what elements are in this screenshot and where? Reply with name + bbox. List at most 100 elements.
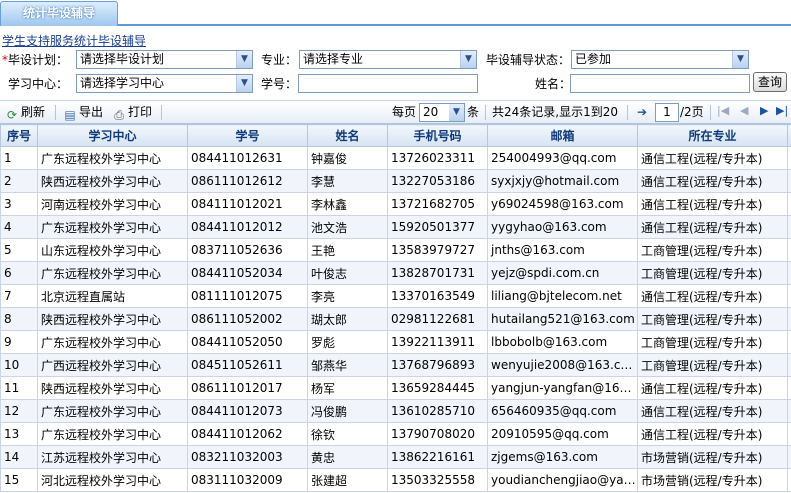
query-button[interactable]: 查询 — [753, 72, 787, 92]
cell-studentno: 081111012075 — [187, 284, 308, 308]
cell-center: 陕西远程校外学习中心 — [37, 307, 188, 331]
cell-major: 通信工程(远程/专升本) — [637, 399, 788, 423]
table-row[interactable]: 2 陕西远程校外学习中心 086111012612 李慧 13227053186 syxj… — [0, 169, 791, 193]
cell-phone: 13922113911 — [387, 330, 488, 354]
cell-extra — [787, 353, 791, 377]
cell-name: 李亮 — [307, 284, 388, 308]
tab-bar: 统计毕设辅导 — [0, 0, 791, 26]
name-input[interactable] — [570, 74, 750, 93]
cell-extra — [787, 261, 791, 285]
last-page-icon[interactable]: ▶| — [776, 104, 788, 117]
next-page-icon[interactable]: ▶ — [760, 104, 768, 117]
table-row[interactable]: 1 广东远程校外学习中心 084411012631 钟嘉俊 13726023311 254… — [0, 146, 791, 170]
column-header-index[interactable]: 序号 — [0, 124, 38, 147]
export-label: 导出 — [79, 105, 104, 119]
table-header-row: 序号 学习中心 学号 姓名 手机号码 邮箱 所在专业 — [0, 124, 791, 147]
cell-major: 通信工程(远程/专升本) — [637, 215, 788, 239]
cell-name: 邹燕华 — [307, 353, 388, 377]
table-row[interactable]: 5 山东远程校外学习中心 083711052636 王艳 13583979727 jnth… — [0, 238, 791, 262]
major-select-value: 请选择专业 — [303, 52, 364, 66]
studentno-label: 学号： — [261, 77, 298, 91]
table-row[interactable]: 13 广东远程校外学习中心 084411012062 徐钦 13790708020 209… — [0, 422, 791, 446]
column-header-center[interactable]: 学习中心 — [37, 124, 188, 147]
cell-center: 陕西远程校外学习中心 — [37, 169, 188, 193]
export-button[interactable]: ▤ 导出 — [63, 104, 104, 122]
first-page-icon[interactable]: |◀ — [717, 104, 729, 117]
cell-phone: 13828701731 — [387, 261, 488, 285]
cell-index: 2 — [0, 169, 38, 193]
center-select-value: 请选择学习中心 — [80, 76, 165, 90]
column-header-studentno[interactable]: 学号 — [187, 124, 308, 147]
tab-graduation-stats[interactable]: 统计毕设辅导 — [0, 1, 118, 26]
status-select[interactable]: 已参加 ▼ — [571, 50, 749, 69]
cell-studentno: 083711052636 — [187, 238, 308, 262]
refresh-button[interactable]: ⟳ 刷新 — [5, 104, 46, 122]
cell-major: 工商管理(远程/专升本) — [637, 353, 788, 377]
per-page-select[interactable]: 20 ▼ — [419, 103, 465, 122]
cell-email: wenyujie2008@163.com — [487, 353, 638, 377]
cell-email: lbbobolb@163.com — [487, 330, 638, 354]
cell-extra — [787, 215, 791, 239]
cell-phone: 13862216161 — [387, 445, 488, 469]
table-row[interactable]: 6 广东远程校外学习中心 084411052034 叶俊志 13828701731 yej… — [0, 261, 791, 285]
table-row[interactable]: 4 广东远程校外学习中心 084411012012 池文浩 15920501377 yyg… — [0, 215, 791, 239]
cell-email: 656460935@qq.com — [487, 399, 638, 423]
table-row[interactable]: 11 陕西远程校外学习中心 086111012017 杨军 13659284445 yan… — [0, 376, 791, 400]
cell-email: hutailang521@163.com — [487, 307, 638, 331]
table-row[interactable]: 7 北京远程直属站 081111012075 李亮 13370163549 liliang… — [0, 284, 791, 308]
column-header-phone[interactable]: 手机号码 — [387, 124, 488, 147]
cell-index: 13 — [0, 422, 38, 446]
print-button[interactable]: ⎙ 打印 — [112, 104, 152, 122]
center-label: 学习中心： — [8, 77, 69, 91]
table-row[interactable]: 12 广东远程校外学习中心 084411012073 冯俊鹏 13610285710 65… — [0, 399, 791, 423]
cell-studentno: 083111032009 — [187, 468, 308, 492]
table-row[interactable]: 3 河南远程校外学习中心 084111012021 李林鑫 13721682705 y69… — [0, 192, 791, 216]
cell-name: 钟嘉俊 — [307, 146, 388, 170]
major-select[interactable]: 请选择专业 ▼ — [299, 50, 477, 69]
cell-email: yejz@spdi.com.cn — [487, 261, 638, 285]
cell-index: 6 — [0, 261, 38, 285]
plan-select[interactable]: 请选择毕设计划 ▼ — [76, 50, 253, 69]
table-row[interactable]: 9 广东远程校外学习中心 084411052050 罗彪 13922113911 lbbo… — [0, 330, 791, 354]
prev-page-icon[interactable]: ◀ — [740, 104, 748, 117]
cell-studentno: 084411012012 — [187, 215, 308, 239]
table-row[interactable]: 14 江苏远程校外学习中心 083211032003 黄忠 13862216161 zjg… — [0, 445, 791, 469]
toolbar-divider — [55, 105, 56, 120]
cell-extra — [787, 422, 791, 446]
column-header-name[interactable]: 姓名 — [307, 124, 388, 147]
cell-center: 河南远程校外学习中心 — [37, 192, 188, 216]
table-row[interactable]: 10 广西远程校外学习中心 084511052611 邹燕华 13768796893 we… — [0, 353, 791, 377]
cell-center: 北京远程直属站 — [37, 284, 188, 308]
cell-index: 14 — [0, 445, 38, 469]
page-input[interactable]: 1 — [655, 103, 679, 122]
cell-center: 广东远程校外学习中心 — [37, 330, 188, 354]
column-header-email[interactable]: 邮箱 — [487, 124, 638, 147]
records-table: 序号 学习中心 学号 姓名 手机号码 邮箱 所在专业 1 广东远程校外学习中心 08… — [0, 124, 791, 492]
cell-name: 池文浩 — [307, 215, 388, 239]
cell-index: 4 — [0, 215, 38, 239]
cell-major: 市场营销(远程/专升本) — [637, 445, 788, 469]
cell-major: 工商管理(远程/专升本) — [637, 330, 788, 354]
studentno-input[interactable] — [298, 74, 478, 93]
table-row[interactable]: 15 河北远程校外学习中心 083111032009 张建超 13503325558 yo… — [0, 468, 791, 492]
breadcrumb[interactable]: 学生支持服务统计毕设辅导 — [2, 32, 146, 49]
toolbar-divider — [627, 105, 628, 120]
cell-name: 冯俊鹏 — [307, 399, 388, 423]
refresh-label: 刷新 — [21, 105, 46, 119]
center-select[interactable]: 请选择学习中心 ▼ — [76, 74, 253, 93]
plan-label-text: 毕设计划： — [8, 53, 69, 67]
cell-email: y69024598@163.com — [487, 192, 638, 216]
cell-index: 9 — [0, 330, 38, 354]
cell-major: 通信工程(远程/专升本) — [637, 169, 788, 193]
go-page-icon[interactable]: ➔ — [637, 104, 647, 121]
cell-extra — [787, 284, 791, 308]
plan-select-value: 请选择毕设计划 — [80, 52, 165, 66]
cell-center: 河北远程校外学习中心 — [37, 468, 188, 492]
export-icon: ▤ — [64, 108, 76, 122]
table-row[interactable]: 8 陕西远程校外学习中心 086111052002 瑚太郎 02981122681 hut… — [0, 307, 791, 331]
column-header-major[interactable]: 所在专业 — [637, 124, 788, 147]
cell-name: 瑚太郎 — [307, 307, 388, 331]
cell-studentno: 084411012062 — [187, 422, 308, 446]
cell-phone: 02981122681 — [387, 307, 488, 331]
cell-name: 杨军 — [307, 376, 388, 400]
